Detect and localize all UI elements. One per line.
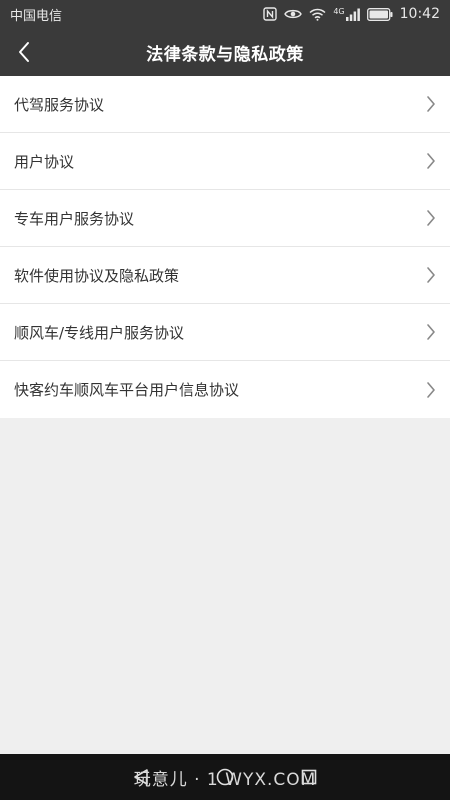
list-item-user-agreement[interactable]: 用户协议 [0, 133, 450, 190]
back-button[interactable] [8, 36, 40, 68]
list-item-carpool-user-info-agreement[interactable]: 快客约车顺风车平台用户信息协议 [0, 361, 450, 418]
home-circle-icon[interactable] [213, 765, 237, 789]
list-item-label: 软件使用协议及隐私政策 [14, 266, 180, 285]
recents-square-icon[interactable] [297, 765, 321, 789]
list-item-label: 专车用户服务协议 [14, 209, 135, 228]
list-item-driving-service-agreement[interactable]: 代驾服务协议 [0, 76, 450, 133]
list-item-label: 快客约车顺风车平台用户信息协议 [14, 381, 240, 399]
header: 法律条款与隐私政策 [0, 28, 450, 76]
chevron-right-icon [426, 323, 436, 341]
policy-list: 代驾服务协议 用户协议 专车用户服务协议 软件使用协议及隐私政策 顺风车/专线用… [0, 76, 450, 418]
system-navigation-bar [0, 754, 450, 800]
status-icons: 4G 10:42 [263, 6, 440, 22]
back-triangle-icon[interactable] [129, 765, 153, 789]
battery-icon [366, 7, 393, 21]
chevron-right-icon [426, 381, 436, 399]
list-item-premier-car-agreement[interactable]: 专车用户服务协议 [0, 190, 450, 247]
wifi-icon [309, 8, 326, 21]
signal-label: 4G [333, 6, 345, 16]
carrier-name: 中国电信 [10, 8, 63, 24]
clock: 10:42 [399, 6, 440, 22]
chevron-right-icon [426, 95, 436, 113]
status-bar: 中国电信 4G 10:42 [0, 0, 450, 28]
chevron-left-icon [17, 41, 31, 63]
list-item-software-privacy-policy[interactable]: 软件使用协议及隐私政策 [0, 247, 450, 304]
list-item-label: 用户协议 [14, 152, 75, 171]
list-item-label: 顺风车/专线用户服务协议 [14, 323, 185, 342]
chevron-right-icon [426, 152, 436, 170]
chevron-right-icon [426, 209, 436, 227]
list-item-label: 代驾服务协议 [14, 95, 105, 114]
signal-icon: 4G [333, 6, 360, 21]
chevron-right-icon [426, 266, 436, 284]
page-title: 法律条款与隐私政策 [146, 44, 304, 65]
eye-icon [284, 8, 303, 20]
nfc-icon [263, 7, 278, 21]
list-item-carpool-line-agreement[interactable]: 顺风车/专线用户服务协议 [0, 304, 450, 361]
